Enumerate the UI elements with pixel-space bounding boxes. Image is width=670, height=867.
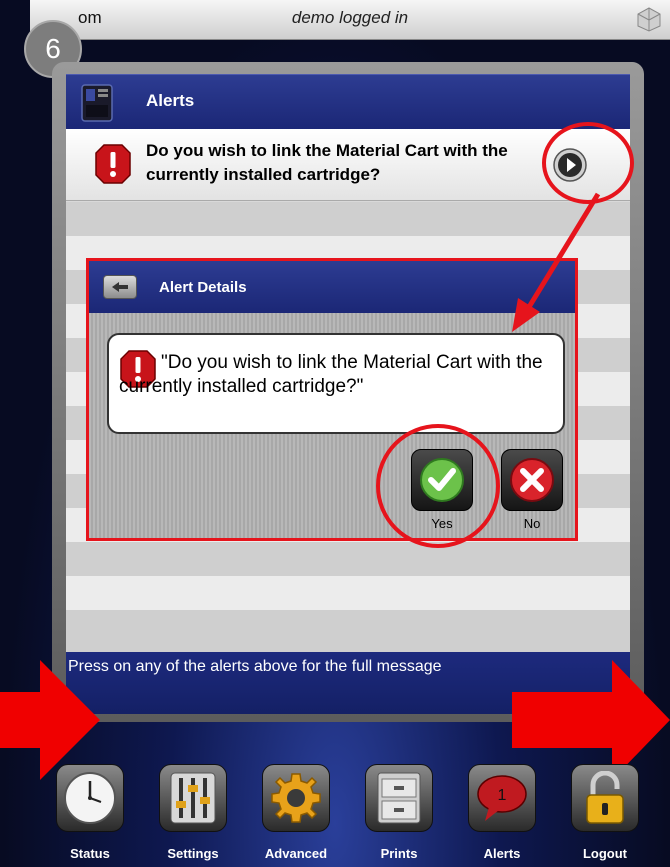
- alert-details-title: Alert Details: [159, 279, 247, 296]
- printer-icon: [81, 84, 113, 122]
- toolbar-settings-button[interactable]: Settings: [153, 760, 233, 864]
- advanced-icon-box: [262, 764, 330, 832]
- toolbar-logout-button[interactable]: Logout: [565, 760, 645, 864]
- close-icon: [510, 458, 554, 502]
- gear-icon: [271, 773, 321, 823]
- top-status-bar: om demo logged in: [30, 0, 670, 40]
- annotation-arrow: [512, 192, 601, 332]
- no-label: No: [523, 516, 541, 531]
- no-button[interactable]: [501, 449, 563, 511]
- alerts-count-badge: 1: [498, 787, 507, 804]
- toolbar-status-button[interactable]: Status: [50, 760, 130, 864]
- toolbar-alerts-label: Alerts: [483, 846, 521, 861]
- alert-details-message-box: "Do you wish to link the Material Cart w…: [107, 333, 565, 434]
- login-status: demo logged in: [291, 8, 409, 27]
- warning-icon: [95, 144, 131, 184]
- file-cabinet-icon: [377, 772, 421, 824]
- alerts-title: Alerts: [146, 91, 195, 110]
- alert-details-body: "Do you wish to link the Material Cart w…: [89, 313, 575, 538]
- toolbar-logout-label: Logout: [582, 846, 628, 861]
- alerts-icon-box: 1: [468, 764, 536, 832]
- empty-alert-row: [66, 542, 630, 576]
- toolbar-advanced-label: Advanced: [264, 846, 328, 861]
- sliders-icon: [170, 772, 216, 824]
- speech-bubble-icon: 1: [477, 775, 527, 821]
- empty-alert-row: [66, 576, 630, 610]
- toolbar-alerts-button[interactable]: 1 Alerts: [462, 760, 542, 864]
- padlock-icon: [586, 771, 624, 824]
- toolbar-prints-button[interactable]: Prints: [359, 760, 439, 864]
- toolbar-settings-label: Settings: [167, 846, 219, 861]
- bottom-toolbar: Status Settings Advanced Prints 1 Alerts…: [0, 752, 670, 867]
- empty-alert-row: [66, 610, 630, 652]
- alert-details-message: "Do you wish to link the Material Cart w…: [119, 352, 543, 397]
- toolbar-status-label: Status: [70, 846, 110, 861]
- alerts-header: Alerts: [66, 74, 630, 129]
- alert-message: Do you wish to link the Material Cart wi…: [146, 141, 508, 184]
- 3d-logo-icon: [637, 7, 661, 32]
- toolbar-prints-label: Prints: [380, 846, 418, 861]
- back-button[interactable]: [103, 275, 137, 299]
- prints-icon-box: [365, 764, 433, 832]
- logout-icon-box: [571, 764, 639, 832]
- back-arrow-icon: [112, 282, 128, 292]
- toolbar-advanced-button[interactable]: Advanced: [256, 760, 336, 864]
- highlight-circle: [376, 424, 500, 548]
- settings-icon-box: [159, 764, 227, 832]
- clock-icon: [64, 772, 116, 824]
- status-icon-box: [56, 764, 124, 832]
